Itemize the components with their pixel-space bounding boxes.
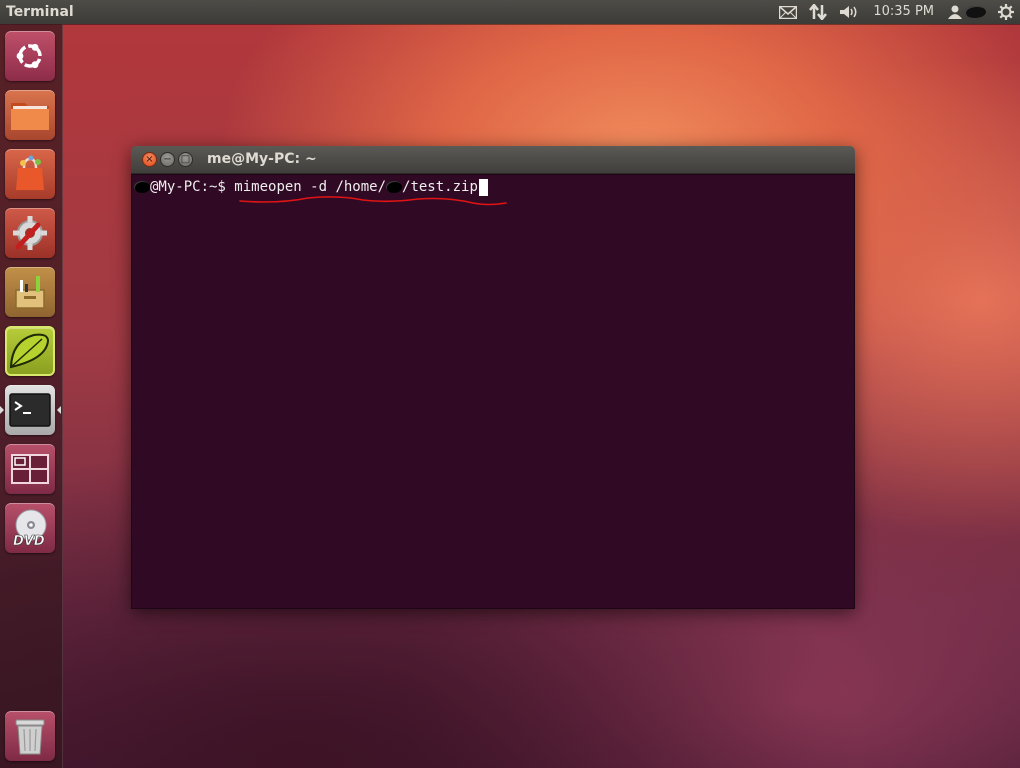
files-launcher-button[interactable] xyxy=(5,90,55,140)
redacted-home-dir xyxy=(386,181,403,193)
software-center-launcher-button[interactable] xyxy=(5,149,55,199)
running-indicator-icon xyxy=(0,406,4,414)
command-path-tail: /test.zip xyxy=(402,179,478,195)
terminal-icon xyxy=(9,393,51,427)
terminal-content[interactable]: @My-PC:~$ mimeopen -d /home/ /test.zip xyxy=(131,174,855,609)
user-icon[interactable] xyxy=(942,0,992,24)
redacted-username xyxy=(134,181,150,193)
launcher: DVD xyxy=(0,24,63,768)
text-editor-launcher-button[interactable] xyxy=(5,267,55,317)
redacted-username xyxy=(964,6,986,18)
svg-text:DVD: DVD xyxy=(13,534,45,548)
clock[interactable]: 10:35 PM xyxy=(865,0,942,24)
terminal-titlebar[interactable]: × − □ me@My-PC: ~ xyxy=(131,146,855,174)
network-arrows-icon[interactable] xyxy=(803,0,833,24)
trash-icon xyxy=(13,716,47,756)
top-panel: Terminal 10:35 PM xyxy=(0,0,1020,24)
trash-launcher-button[interactable] xyxy=(5,711,55,761)
terminal-launcher-button[interactable] xyxy=(5,385,55,435)
terminal-window: × − □ me@My-PC: ~ @My-PC:~$ mimeopen -d … xyxy=(131,146,855,609)
workspace-switcher-launcher-button[interactable] xyxy=(5,444,55,494)
minimize-button[interactable]: − xyxy=(160,152,175,167)
dash-home-button[interactable] xyxy=(5,31,55,81)
indicator-area: 10:35 PM xyxy=(773,0,1020,24)
dvd-icon: DVD xyxy=(10,508,50,548)
system-settings-launcher-button[interactable] xyxy=(5,208,55,258)
toolbox-icon xyxy=(10,272,50,312)
settings-wrench-icon xyxy=(10,213,50,253)
command-line: @My-PC:~$ mimeopen -d /home/ /test.zip xyxy=(134,177,488,197)
red-underline-annotation xyxy=(239,196,507,206)
active-app-title: Terminal xyxy=(6,4,74,20)
folder-icon xyxy=(9,97,51,133)
workspaces-icon xyxy=(11,454,49,484)
prompt: @My-PC:~$ xyxy=(150,179,235,195)
green-app-launcher-button[interactable] xyxy=(5,326,55,376)
close-button[interactable]: × xyxy=(142,152,157,167)
ubuntu-logo-icon xyxy=(12,38,48,74)
shopping-bag-icon xyxy=(10,154,50,194)
window-title: me@My-PC: ~ xyxy=(207,151,317,167)
command-text: mimeopen -d /home/ xyxy=(234,179,387,195)
focused-indicator-icon xyxy=(57,406,61,414)
maximize-button[interactable]: □ xyxy=(178,152,193,167)
envelope-icon[interactable] xyxy=(773,0,803,24)
volume-icon[interactable] xyxy=(833,0,865,24)
dvd-launcher-button[interactable]: DVD xyxy=(5,503,55,553)
text-cursor xyxy=(478,178,488,196)
gear-icon[interactable] xyxy=(992,0,1020,24)
green-leaf-icon xyxy=(8,331,52,371)
